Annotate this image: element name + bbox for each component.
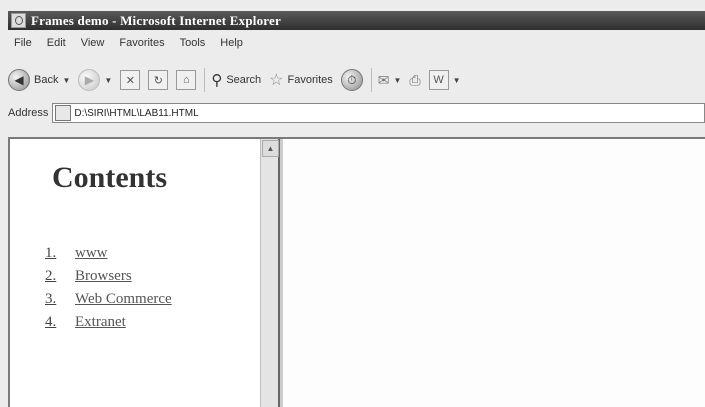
toc-list: 1. www 2. Browsers 3. Web Commerce 4. Ex… [45, 245, 172, 337]
address-bar: Address D:\SIRI\HTML\LAB11.HTML [8, 102, 705, 124]
print-icon: ⎙ [409, 71, 421, 88]
favorites-label: Favorites [287, 74, 333, 86]
home-button[interactable]: ⌂ [176, 70, 197, 90]
menu-view[interactable]: View [75, 37, 114, 49]
toc-link-extranet[interactable]: Extranet [75, 314, 126, 337]
toolbar-separator [370, 68, 372, 92]
list-item: 3. Web Commerce [45, 291, 172, 314]
search-button[interactable]: ⚲ Search [211, 71, 261, 89]
stop-button[interactable]: ✕ [120, 70, 141, 90]
menu-favorites[interactable]: Favorites [113, 37, 173, 49]
forward-dropdown-icon[interactable]: ▼ [104, 76, 112, 85]
scroll-up-icon[interactable]: ▲ [262, 140, 279, 157]
menu-tools[interactable]: Tools [174, 37, 215, 49]
edit-button[interactable]: W ▼ [428, 70, 461, 90]
address-label: Address [8, 107, 49, 119]
address-input[interactable]: D:\SIRI\HTML\LAB11.HTML [52, 103, 705, 123]
forward-arrow-icon: ▶ [78, 69, 101, 91]
edit-page-icon: W [428, 70, 449, 90]
history-button[interactable]: ⏱ [340, 69, 363, 91]
menu-file[interactable]: File [8, 37, 41, 49]
stop-icon: ✕ [120, 70, 141, 90]
back-button[interactable]: ◀ Back ▼ [8, 69, 70, 91]
history-icon: ⏱ [340, 69, 363, 91]
main-frame [283, 139, 705, 407]
back-arrow-icon: ◀ [8, 69, 30, 91]
toc-link-www[interactable]: www [75, 245, 108, 268]
address-value: D:\SIRI\HTML\LAB11.HTML [74, 107, 199, 119]
item-number: 3. [45, 291, 57, 307]
menu-bar: File Edit View Favorites Tools Help [8, 31, 705, 55]
home-icon: ⌂ [176, 70, 197, 90]
star-icon: ☆ [269, 72, 284, 89]
toc-link-browsers[interactable]: Browsers [75, 268, 132, 291]
list-item: 1. www [45, 245, 172, 268]
list-item: 2. Browsers [45, 268, 172, 291]
mail-icon: ✉ [377, 71, 390, 88]
refresh-icon: ↻ [148, 70, 169, 90]
refresh-button[interactable]: ↻ [148, 70, 169, 90]
window-title: Frames demo - Microsoft Internet Explore… [31, 12, 281, 28]
page-content: Contents 1. www 2. Browsers 3. Web Comme… [8, 137, 705, 407]
item-number: 1. [45, 245, 57, 261]
ie-logo-icon [11, 13, 26, 28]
page-icon [55, 105, 72, 121]
edit-dropdown-icon[interactable]: ▼ [453, 76, 461, 85]
contents-frame: Contents 1. www 2. Browsers 3. Web Comme… [10, 139, 280, 407]
browser-window: Frames demo - Microsoft Internet Explore… [0, 0, 705, 407]
vertical-scrollbar[interactable]: ▲ [260, 139, 279, 407]
list-item: 4. Extranet [45, 314, 172, 337]
search-icon: ⚲ [211, 72, 223, 89]
search-label: Search [226, 74, 262, 86]
toolbar: ◀ Back ▼ ▶ ▼ ✕ ↻ ⌂ ⚲ Search ☆ Favorites … [8, 62, 705, 98]
item-number: 4. [45, 314, 57, 330]
print-button[interactable]: ⎙ [409, 72, 420, 89]
back-label: Back [34, 74, 59, 86]
forward-button[interactable]: ▶ ▼ [78, 69, 112, 91]
menu-help[interactable]: Help [214, 37, 252, 49]
toc-link-web-commerce[interactable]: Web Commerce [75, 291, 172, 314]
menu-edit[interactable]: Edit [41, 37, 75, 49]
mail-dropdown-icon[interactable]: ▼ [394, 76, 402, 85]
item-number: 2. [45, 268, 57, 284]
back-dropdown-icon[interactable]: ▼ [62, 76, 70, 85]
favorites-button[interactable]: ☆ Favorites [269, 70, 333, 90]
title-bar: Frames demo - Microsoft Internet Explore… [8, 11, 705, 30]
toolbar-separator [204, 68, 206, 92]
mail-button[interactable]: ✉ ▼ [378, 72, 402, 89]
contents-heading: Contents [52, 161, 168, 194]
